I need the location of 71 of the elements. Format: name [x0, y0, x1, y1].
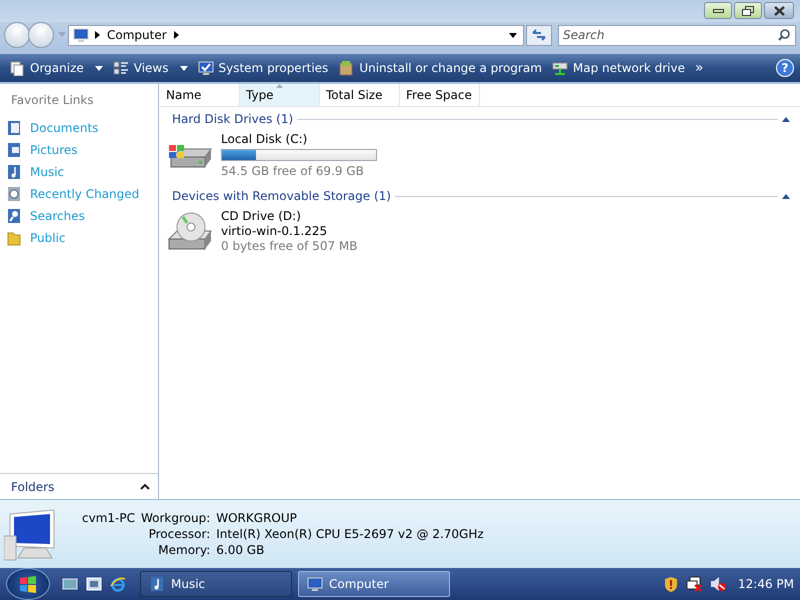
restore-icon	[742, 6, 754, 16]
chevron-up-icon	[140, 483, 150, 490]
property-label: Memory:	[157, 543, 210, 557]
toolbar-button[interactable]: Views	[108, 56, 192, 80]
shield-warning-icon[interactable]	[664, 576, 678, 592]
music-note-icon	[149, 576, 165, 592]
taskbar-button[interactable]: Computer	[298, 571, 450, 597]
restore-button[interactable]	[734, 2, 762, 19]
show-desktop-icon[interactable]	[62, 576, 78, 592]
chevron-right-icon[interactable]	[95, 31, 100, 39]
collapse-arrow-icon[interactable]	[782, 116, 790, 122]
free-space-text: 54.5 GB free of 69.9 GB	[221, 164, 365, 178]
monitor-check-icon	[198, 60, 214, 76]
refresh-button[interactable]	[526, 24, 552, 46]
column-header[interactable]: Type	[240, 84, 320, 106]
pane-heading: Favorite Links	[10, 92, 95, 109]
clock-page-icon	[6, 186, 22, 202]
toolbar-button[interactable]: Map network drive	[546, 56, 690, 80]
picture-icon	[6, 142, 22, 158]
network-drive-icon	[552, 60, 568, 76]
minimize-icon	[712, 8, 724, 12]
collapse-arrow-icon[interactable]	[782, 193, 790, 199]
dropdown-arrow-icon[interactable]	[509, 32, 517, 38]
property-label: Workgroup:	[140, 511, 210, 525]
property-value: Intel(R) Xeon(R) CPU E5-2697 v2 @ 2.70GHz	[216, 527, 484, 541]
help-button[interactable]: ?	[776, 59, 794, 77]
windows-logo-icon	[19, 575, 37, 593]
forward-button[interactable]	[28, 22, 54, 48]
clock[interactable]: 12:46 PM	[738, 577, 794, 591]
chevron-right-icon[interactable]	[174, 31, 179, 39]
computer-icon	[73, 27, 89, 43]
minimize-button[interactable]	[704, 2, 732, 19]
music-note-icon	[6, 164, 22, 180]
group-heading[interactable]: Devices with Removable Storage (1)	[172, 189, 391, 203]
drive-name[interactable]: Local Disk (C:)	[221, 132, 377, 146]
computer-icon	[307, 576, 323, 592]
drive-name[interactable]: CD Drive (D:)	[221, 209, 358, 223]
sort-arrow-icon	[276, 84, 283, 88]
column-header[interactable]: Free Space	[400, 84, 480, 106]
volume-label: virtio-win-0.1.225	[221, 224, 328, 238]
taskbar-button[interactable]: Music	[140, 571, 292, 597]
browser-globe-icon[interactable]	[110, 576, 126, 592]
program-box-icon	[338, 60, 354, 76]
speaker-muted-icon[interactable]	[710, 576, 726, 592]
search-field[interactable]: Search	[558, 24, 796, 46]
close-icon	[774, 6, 784, 16]
magnifier-page-icon	[6, 208, 22, 224]
pages-icon	[9, 60, 25, 76]
refresh-arrows-icon	[532, 29, 546, 41]
free-space-text: 0 bytes free of 507 MB	[221, 239, 358, 253]
back-button[interactable]	[4, 22, 30, 48]
close-button[interactable]	[764, 2, 794, 19]
column-header[interactable]: Total Size	[320, 84, 400, 106]
search-icon[interactable]	[778, 28, 790, 40]
group-heading[interactable]: Hard Disk Drives (1)	[172, 112, 294, 126]
overflow-button[interactable]: »	[690, 56, 709, 80]
start-button[interactable]	[6, 568, 50, 600]
address-field[interactable]: Computer	[68, 24, 524, 46]
toolbar-button[interactable]: System properties	[192, 56, 334, 80]
folder-icon	[6, 230, 22, 246]
view-list-icon	[112, 60, 129, 76]
property-label: Processor:	[148, 527, 210, 541]
property-value: 6.00 GB	[216, 543, 266, 557]
switch-windows-icon[interactable]	[86, 576, 102, 592]
toolbar-button[interactable]: Uninstall or change a program	[333, 56, 547, 80]
breadcrumb-item[interactable]: Computer	[106, 28, 168, 42]
property-value: WORKGROUP	[216, 511, 298, 525]
computer-name: cvm1-PC	[82, 511, 135, 525]
document-icon	[6, 120, 22, 136]
network-error-icon[interactable]	[686, 576, 702, 592]
toolbar-button[interactable]: Organize	[4, 56, 108, 80]
